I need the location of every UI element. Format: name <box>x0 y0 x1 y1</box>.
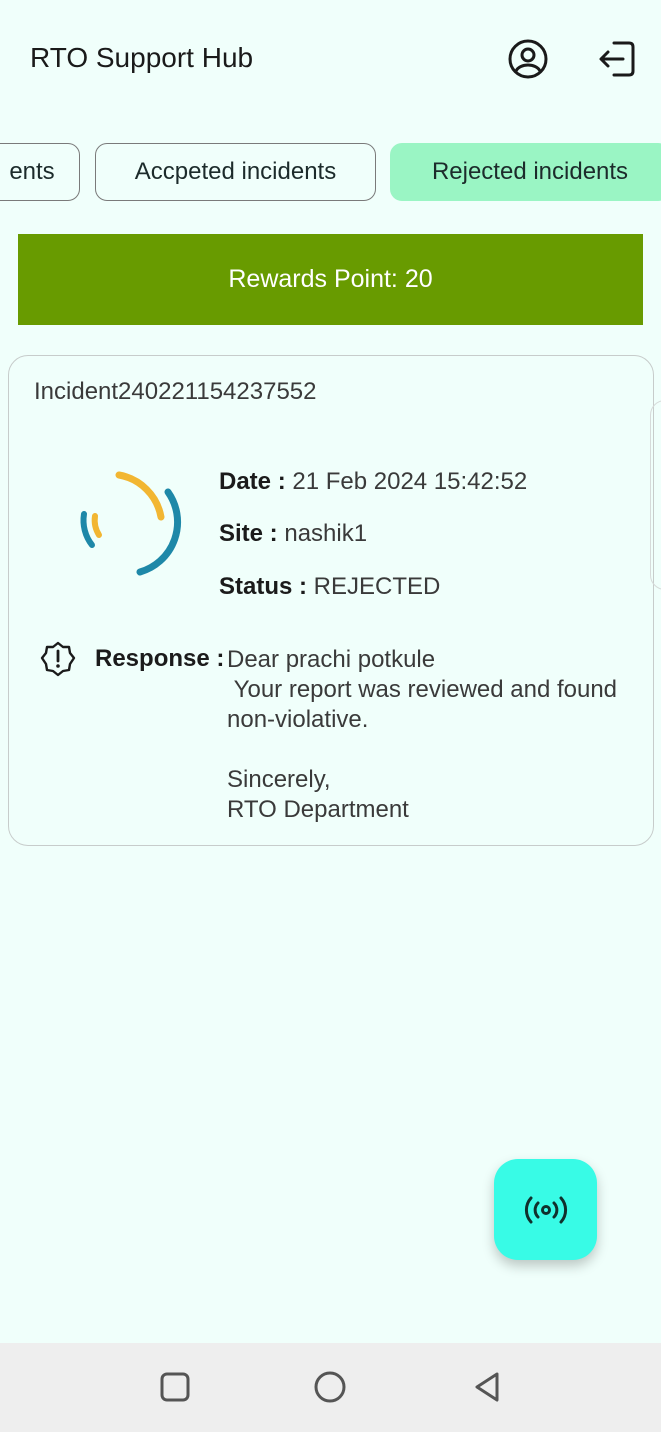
home-icon[interactable] <box>312 1369 348 1405</box>
status-label: Status : <box>219 573 308 600</box>
incident-card[interactable]: Incident240221154237552 Date : 21 Feb 20… <box>8 355 654 846</box>
logout-icon <box>599 41 635 77</box>
logout-button[interactable] <box>594 36 640 82</box>
incident-tabs: ents Accpeted incidents Rejected inciden… <box>0 143 661 201</box>
next-card-edge <box>650 400 661 590</box>
tab-accepted-incidents[interactable]: Accpeted incidents <box>95 143 376 201</box>
profile-button[interactable] <box>505 36 551 82</box>
status-value: REJECTED <box>307 573 441 600</box>
tab-all-incidents[interactable]: ents <box>0 143 80 201</box>
app-title: RTO Support Hub <box>30 42 254 73</box>
response-line: Dear prachi potkule <box>227 646 436 673</box>
site-value: nashik1 <box>277 520 368 547</box>
incident-site: Site : nashik1 <box>219 520 367 548</box>
broadcast-fab-button[interactable] <box>494 1159 597 1260</box>
response-label: Response : <box>95 645 225 672</box>
response-message: Dear prachi potkule Your report was revi… <box>227 645 647 825</box>
incident-date: Date : 21 Feb 2024 15:42:52 <box>219 468 527 496</box>
response-line-blank <box>227 735 647 765</box>
loading-spinner-icon <box>80 471 181 576</box>
response-line: RTO Department <box>227 796 409 823</box>
broadcast-signal-icon <box>524 1196 567 1223</box>
date-label: Date : <box>219 468 286 495</box>
site-label: Site : <box>219 520 278 547</box>
recents-icon[interactable] <box>157 1369 193 1405</box>
account-circle-icon <box>508 39 548 79</box>
system-navigation-bar <box>0 1343 661 1432</box>
incident-status: Status : REJECTED <box>219 573 440 601</box>
tab-rejected-incidents[interactable]: Rejected incidents <box>390 143 661 201</box>
response-line: Sincerely, <box>227 766 331 793</box>
back-icon[interactable] <box>469 1369 505 1405</box>
warning-badge-icon <box>40 641 76 677</box>
date-value: 21 Feb 2024 15:42:52 <box>285 468 528 495</box>
rewards-text: Rewards Point: 20 <box>228 265 433 293</box>
rewards-banner: Rewards Point: 20 <box>18 234 643 325</box>
incident-id: Incident240221154237552 <box>34 378 317 405</box>
response-line: Your report was reviewed and found non-v… <box>227 676 624 733</box>
